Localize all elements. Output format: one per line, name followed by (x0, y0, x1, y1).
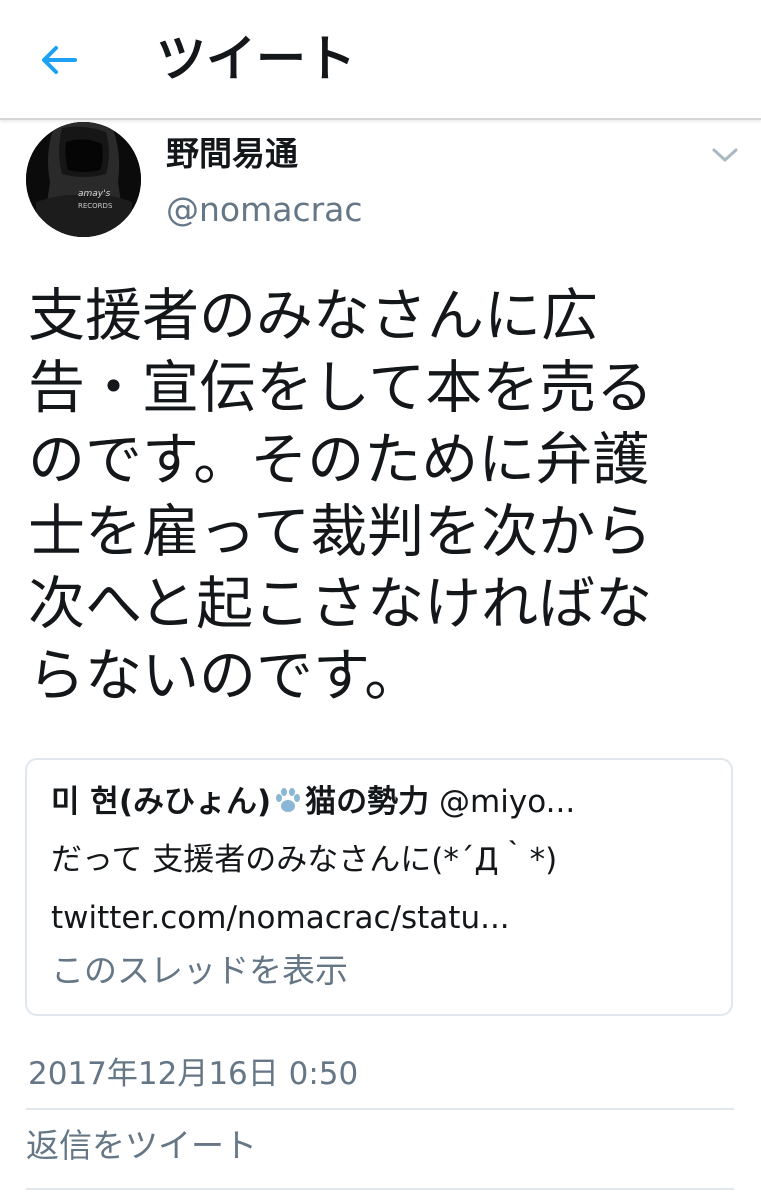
quoted-author-name: 미 현(みひょん) (51, 784, 272, 820)
quoted-tweet-card[interactable]: 미 현(みひょん) 猫の勢力 @miyo... だって 支援者のみなさんに(*´… (25, 758, 733, 1016)
quoted-author-handle: @miyo... (439, 784, 576, 820)
tweet-text: 支援者のみなさんに広 告・宣伝をして本を売る のです。そのために弁護 士を雇って… (28, 280, 728, 712)
tweet-text-line: 士を雇って裁判を次から (28, 499, 653, 565)
divider (26, 1108, 734, 1110)
reply-input[interactable]: 返信をツイート (26, 1122, 734, 1180)
author-display-name[interactable]: 野間易通 (166, 132, 298, 176)
quoted-tweet-link[interactable]: twitter.com/nomacrac/statu... (51, 896, 510, 940)
back-button[interactable] (34, 38, 84, 82)
avatar[interactable]: amay's RECORDS (26, 122, 141, 237)
quoted-author-name-suffix: 猫の勢力 (305, 784, 430, 820)
tweet-menu-button[interactable] (708, 140, 742, 170)
top-app-bar: ツイート (0, 0, 761, 120)
show-thread-link[interactable]: このスレッドを表示 (51, 948, 348, 994)
tweet-text-line: 次へと起こさなければな (28, 571, 653, 637)
avatar-caption-line2: RECORDS (78, 202, 113, 210)
avatar-caption-line1: amay's (78, 189, 111, 199)
paw-icon (276, 788, 301, 812)
tweet-text-line: らないのです。 (28, 643, 422, 709)
tweet-timestamp: 2017年12月16日 0:50 (28, 1056, 359, 1092)
avatar-image: amay's RECORDS (26, 122, 141, 237)
quoted-tweet-header: 미 현(みひょん) 猫の勢力 @miyo... (51, 780, 575, 824)
tweet-text-line: 支援者のみなさんに広 (28, 283, 598, 349)
divider (26, 1188, 734, 1190)
author-screen-name[interactable]: @nomacrac (166, 188, 363, 232)
chevron-down-icon (712, 148, 738, 162)
page-title: ツイート (156, 30, 356, 88)
arrow-left-icon (42, 46, 77, 74)
tweet-text-line: 告・宣伝をして本を売る (28, 355, 654, 421)
quoted-tweet-text: だって 支援者のみなさんに(*´Д｀*) (51, 842, 558, 878)
tweet-text-line: のです。そのために弁護 (28, 427, 650, 493)
